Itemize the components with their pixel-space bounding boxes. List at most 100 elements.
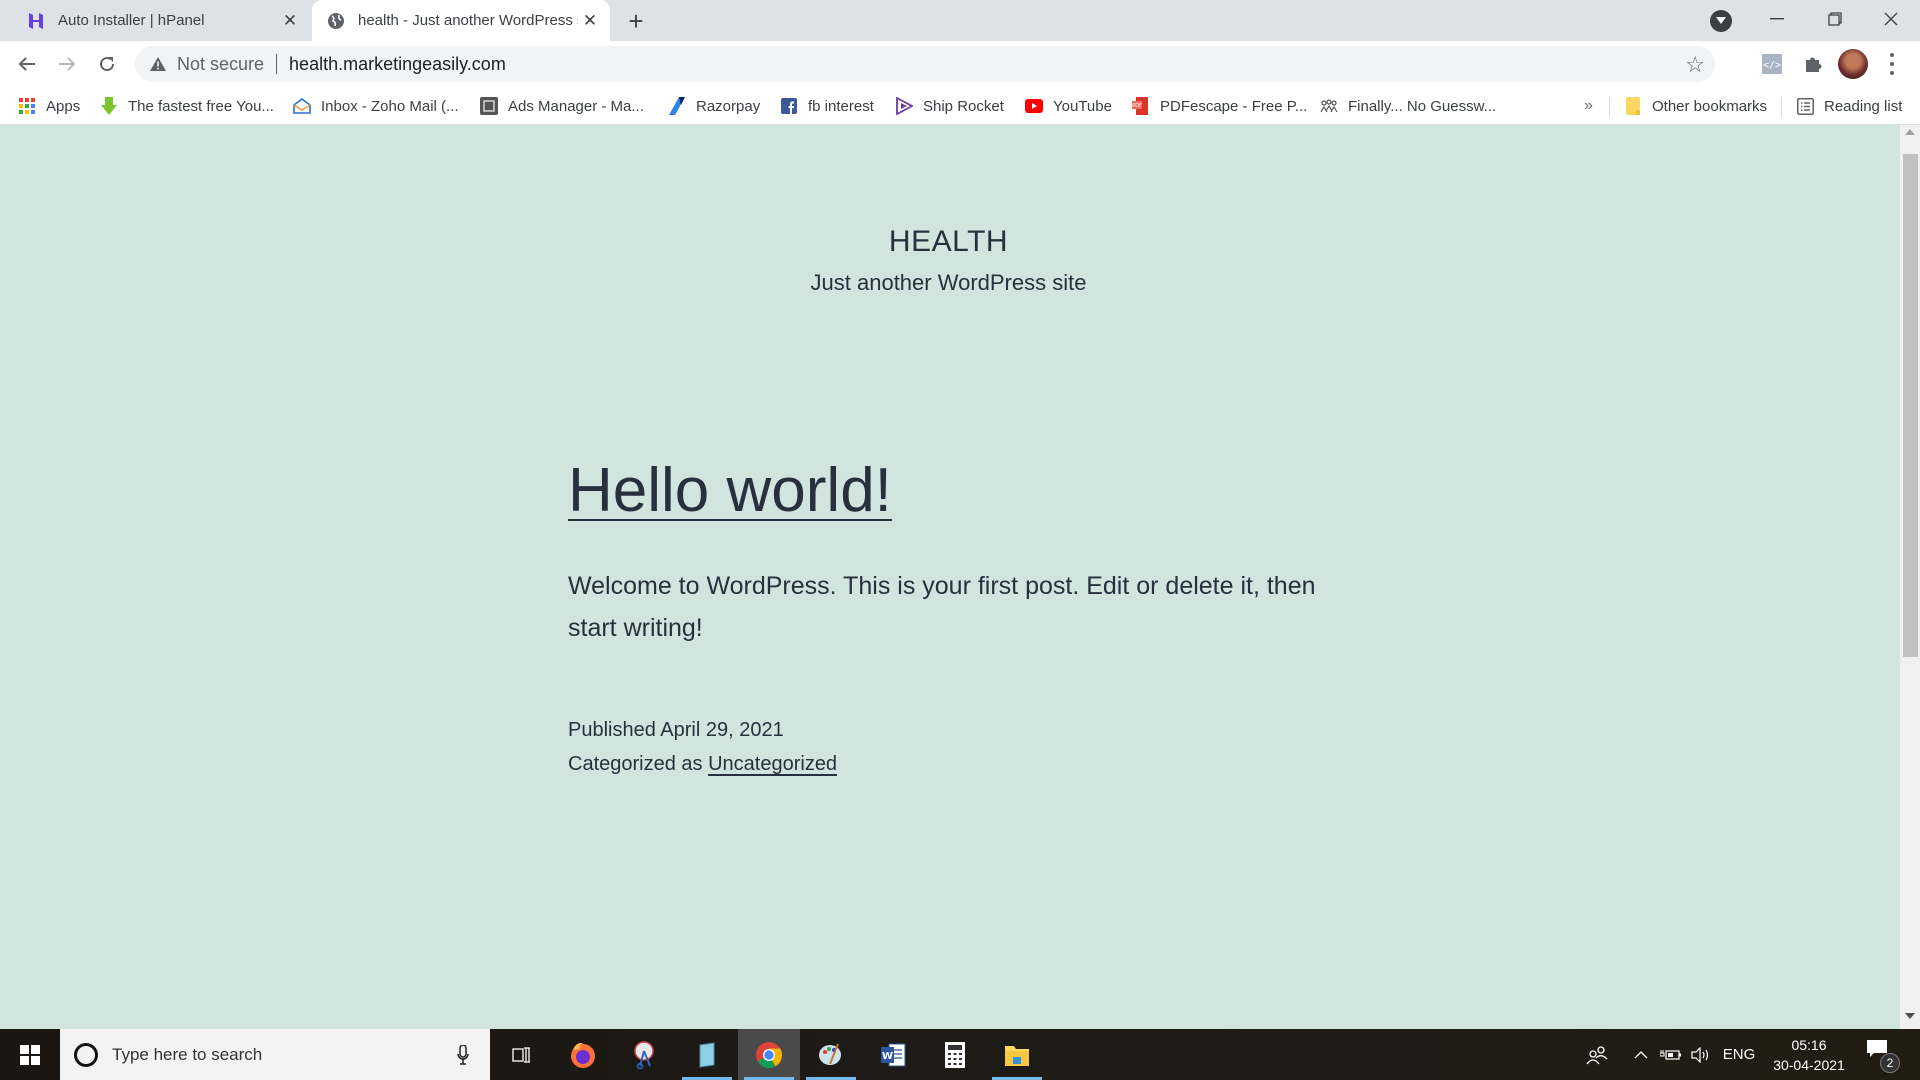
reload-button[interactable] [91, 48, 123, 80]
code-extension-icon[interactable]: </> [1761, 53, 1783, 75]
warning-icon[interactable] [149, 55, 167, 73]
razorpay-icon [668, 97, 686, 115]
page-scrollbar[interactable] [1900, 125, 1920, 1029]
category-link[interactable]: Uncategorized [708, 753, 837, 775]
categorized-label: Categorized as [568, 753, 703, 775]
post-body: Welcome to WordPress. This is your first… [568, 572, 1316, 642]
tab-title: health - Just another WordPress site [358, 12, 578, 29]
separator [1781, 97, 1782, 117]
hostinger-icon [26, 11, 46, 31]
close-window-button[interactable] [1862, 0, 1920, 38]
bookmark-fb-interest[interactable]: fb interest [780, 94, 874, 118]
taskbar-paint[interactable] [800, 1029, 862, 1080]
bookmark-ship-rocket[interactable]: Ship Rocket [895, 94, 1004, 118]
volume-icon[interactable] [1688, 1029, 1714, 1080]
bookmark-label: fb interest [808, 97, 874, 115]
taskbar-word[interactable]: W [862, 1029, 924, 1080]
task-view-button[interactable] [490, 1029, 552, 1080]
scroll-up-arrow-icon[interactable] [1900, 129, 1920, 141]
forward-button[interactable] [51, 48, 83, 80]
taskbar-file-explorer[interactable] [986, 1029, 1048, 1080]
scrollbar-thumb[interactable] [1903, 154, 1918, 657]
tab-close-icon[interactable]: ✕ [278, 9, 302, 33]
site-title[interactable]: HEALTH [0, 225, 1897, 259]
bookmark-fastest-free[interactable]: The fastest free You... [100, 94, 274, 118]
published-date: April 29, 2021 [660, 719, 784, 741]
svg-text:PDF: PDF [1132, 103, 1142, 109]
taskbar-search-input[interactable]: Type here to search [60, 1029, 490, 1080]
bookmarks-overflow-button[interactable]: » [1584, 94, 1593, 118]
bookmark-apps[interactable]: Apps [18, 94, 80, 118]
calculator-icon [945, 1041, 965, 1068]
snipping-tool-icon [634, 1040, 654, 1069]
url-text[interactable]: health.marketingeasily.com [289, 54, 506, 75]
reading-list[interactable]: Reading list [1796, 94, 1902, 118]
category-line: Categorized as Uncategorized [568, 747, 837, 781]
new-tab-button[interactable]: + [622, 6, 650, 36]
published-line: Published April 29, 2021 [568, 713, 837, 747]
post-title-link[interactable]: Hello world! [568, 455, 892, 526]
bookmark-youtube[interactable]: YouTube [1025, 94, 1112, 118]
paint-icon [819, 1043, 841, 1065]
tab-search-icon[interactable] [1710, 10, 1732, 32]
tab-hpanel[interactable]: Auto Installer | hPanel ✕ [12, 0, 310, 41]
show-hidden-icons-chevron[interactable] [1630, 1029, 1652, 1080]
site-description: Just another WordPress site [810, 270, 1087, 295]
extensions-puzzle-icon[interactable] [1802, 53, 1824, 75]
notification-count-badge: 2 [1880, 1053, 1900, 1073]
bookmark-razorpay[interactable]: Razorpay [668, 94, 760, 118]
action-center-button[interactable]: 2 [1866, 1039, 1900, 1073]
tab-health[interactable]: health - Just another WordPress site ✕ [312, 0, 610, 41]
download-arrow-icon [100, 97, 118, 115]
other-bookmarks[interactable]: Other bookmarks [1624, 94, 1767, 118]
page-viewport: HEALTH Just another WordPress site Hello… [0, 125, 1900, 1029]
svg-text:</>: </> [1763, 60, 1781, 71]
people-tray-icon[interactable] [1582, 1029, 1612, 1080]
tab-strip: Auto Installer | hPanel ✕ health - Just … [0, 0, 1920, 41]
pdf-icon: PDF [1132, 97, 1150, 115]
bookmarks-bar: Apps The fastest free You... Inbox - Zoh… [0, 87, 1920, 125]
ads-manager-icon [480, 97, 498, 115]
file-explorer-icon [1005, 1045, 1029, 1066]
firefox-icon [571, 1042, 595, 1068]
minimize-button[interactable] [1748, 0, 1806, 38]
start-button[interactable] [0, 1029, 60, 1080]
bookmark-label: YouTube [1053, 97, 1112, 115]
youtube-icon [1025, 97, 1043, 115]
bookmark-finally[interactable]: Finally... No Guessw... [1320, 94, 1496, 118]
profile-avatar[interactable] [1838, 49, 1868, 79]
chrome-icon [756, 1041, 783, 1068]
clock-date: 30-04-2021 [1773, 1057, 1845, 1073]
windows-taskbar: Type here to search W ENG 05:16 30-04-20… [0, 1029, 1920, 1080]
taskbar-calculator[interactable] [924, 1029, 986, 1080]
post-meta: Published April 29, 2021 Categorized as … [568, 713, 837, 781]
chrome-menu-icon[interactable] [1882, 51, 1902, 77]
taskbar-clock[interactable]: 05:16 30-04-2021 [1764, 1035, 1854, 1075]
taskbar-chrome[interactable] [738, 1029, 800, 1080]
taskbar-notepad[interactable] [676, 1029, 738, 1080]
word-icon: W [881, 1043, 906, 1066]
browser-toolbar: Not secure health.marketingeasily.com ☆ … [0, 41, 1920, 87]
bookmark-label: PDFescape - Free P... [1160, 97, 1308, 115]
taskbar-snipping-tool[interactable] [614, 1029, 676, 1080]
battery-icon[interactable] [1658, 1029, 1684, 1080]
bookmark-label: Razorpay [696, 97, 761, 115]
bookmark-ads-manager[interactable]: Ads Manager - Ma... [480, 94, 644, 118]
bookmark-zoho-mail[interactable]: Inbox - Zoho Mail (... [293, 94, 459, 118]
microphone-icon[interactable] [448, 1044, 478, 1065]
security-status[interactable]: Not secure [177, 54, 264, 75]
apps-grid-icon [18, 97, 36, 115]
restore-button[interactable] [1806, 0, 1864, 38]
tab-title: Auto Installer | hPanel [58, 12, 205, 29]
taskbar-firefox[interactable] [552, 1029, 614, 1080]
address-bar[interactable]: Not secure health.marketingeasily.com ☆ [135, 46, 1715, 82]
bookmark-star-icon[interactable]: ☆ [1685, 52, 1705, 78]
scroll-down-arrow-icon[interactable] [1900, 1013, 1920, 1025]
back-button[interactable] [11, 48, 43, 80]
bookmark-pdfescape[interactable]: PDF PDFescape - Free P... [1132, 94, 1307, 118]
tab-close-icon[interactable]: ✕ [578, 9, 602, 33]
language-indicator[interactable]: ENG [1720, 1029, 1758, 1080]
svg-text:W: W [882, 1051, 893, 1062]
published-label: Published [568, 719, 656, 741]
globe-icon [326, 11, 346, 31]
